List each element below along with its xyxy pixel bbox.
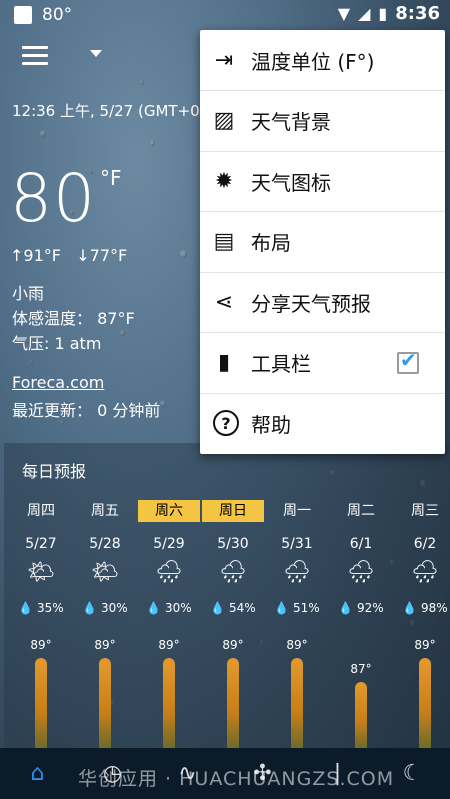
forecast-precip: 💧 35% (18, 601, 64, 615)
home-icon[interactable]: ⌂ (18, 754, 58, 794)
layout-icon: ▤ (213, 229, 235, 254)
forecast-high-temp: 89° (286, 638, 308, 652)
forecast-day-label: 周五 (91, 503, 119, 519)
forecast-precip: 💧 98% (402, 601, 448, 615)
forecast-precip: 💧 30% (146, 601, 192, 615)
forecast-temp-bar (291, 658, 303, 748)
forecast-day-label: 周日 (202, 500, 264, 522)
low-temp: ↓77°F (76, 246, 128, 265)
toolbar-icon: ▮ (217, 350, 231, 375)
forecast-day-label: 周二 (347, 503, 375, 519)
forecast-date: 6/2 (413, 536, 437, 552)
forecast-high-temp: 87° (350, 662, 372, 676)
weather-background-icon: ▨ (213, 108, 235, 133)
forecast-precip: 💧 92% (338, 601, 384, 615)
rain-drop (30, 360, 33, 364)
forecast-temp-bar (35, 658, 47, 748)
rain-drop (120, 330, 125, 336)
forecast-date: 5/31 (281, 536, 313, 552)
forecast-date: 6/1 (349, 536, 373, 552)
battery-icon: ▮ (378, 4, 388, 23)
menu-item[interactable]: ▨ 天气背景 (200, 91, 445, 152)
menu-item[interactable]: ? 帮助 (200, 393, 445, 453)
forecast-precip: 💧 51% (274, 601, 320, 615)
signal-icon: ◢ (358, 4, 371, 23)
status-temp: 80° (42, 5, 73, 25)
forecast-date: 5/30 (217, 536, 249, 552)
rain-cloud-icon: 🌧 (219, 560, 247, 585)
notification-icon (14, 6, 32, 24)
menu-item[interactable]: ✹ 天气图标 (200, 151, 445, 212)
temperature-unit-icon: ⇥ (214, 47, 234, 73)
forecast-temp-bar (355, 682, 367, 748)
menu-item[interactable]: ⇥ 温度单位 (F°) (200, 30, 445, 91)
local-time: 12:36 上午, 5/27 (GMT+0 (12, 102, 200, 120)
location-dropdown-caret-icon[interactable] (90, 50, 102, 57)
pressure-text: 气压: 1 atm (12, 334, 102, 353)
current-temperature: 80 (10, 160, 96, 237)
temperature-unit: °F (100, 166, 122, 190)
forecast-day-label: 周三 (411, 503, 439, 519)
forecast-temp-bar (227, 658, 239, 748)
menu-item-label: 布局 (251, 231, 291, 255)
menu-item-label: 帮助 (251, 412, 291, 437)
updated-text: 最近更新： 0 分钟前 (12, 401, 161, 420)
menu-item-label: 天气图标 (251, 170, 331, 195)
forecast-high-temp: 89° (222, 638, 244, 652)
status-time: 8:36 (395, 3, 440, 24)
rain-cloud-icon: 🌧 (155, 560, 183, 585)
feels-like-text: 体感温度： 87°F (12, 309, 135, 328)
toolbar-checkbox[interactable] (397, 348, 419, 374)
condition-text: 小雨 (12, 284, 45, 303)
forecast-precip: 💧 54% (210, 601, 256, 615)
hamburger-menu-icon[interactable] (22, 46, 48, 66)
menu-item-label: 温度单位 (F°) (251, 49, 375, 74)
forecast-temp-bar (163, 658, 175, 748)
forecast-day-label: 周四 (27, 503, 55, 519)
high-low: ↑91°F ↓77°F (10, 246, 127, 265)
menu-item[interactable]: ▮ 工具栏 (200, 333, 445, 394)
forecast-day-label: 周六 (138, 500, 200, 522)
forecast-high-temp: 89° (94, 638, 116, 652)
rain-cloud-icon: 🌧 (283, 560, 311, 585)
forecast-high-temp: 89° (30, 638, 52, 652)
watermark-text: 华创应用 · HUACHUANGZS.COM (78, 768, 395, 790)
weather-icons-icon: ✹ (214, 168, 234, 194)
partly-sunny-icon: 🌤 (91, 560, 119, 585)
menu-item-label: 天气背景 (251, 110, 331, 134)
share-icon: ⋖ (214, 289, 234, 315)
rain-drop (150, 140, 155, 146)
status-bar: 80° ▼ ◢ ▮ 8:36 (0, 0, 450, 30)
partly-sunny-icon: 🌤 (27, 560, 55, 585)
wifi-icon: ▼ (337, 4, 351, 23)
high-temp: ↑91°F (10, 246, 61, 265)
forecast-date: 5/27 (25, 536, 57, 552)
rain-cloud-icon: 🌧 (411, 560, 439, 585)
forecast-high-temp: 89° (158, 638, 180, 652)
rain-drop (140, 80, 144, 85)
forecast-precip: 💧 30% (82, 601, 128, 615)
forecast-title: 每日预报 (22, 462, 87, 481)
help-icon: ? (213, 410, 239, 436)
forecast-day-label: 周一 (283, 503, 311, 519)
forecast-temp-bar (419, 658, 431, 748)
forecast-high-temp: 89° (414, 638, 436, 652)
forecast-date: 5/29 (153, 536, 185, 552)
menu-item[interactable]: ⋖ 分享天气预报 (200, 272, 445, 333)
forecast-temp-bar (99, 658, 111, 748)
overflow-menu: ⇥ 温度单位 (F°) ▨ 天气背景 ✹ 天气图标 ▤ 布局 ⋖ 分享天气预报 ▮ 工具栏? 帮助 (200, 30, 445, 454)
moon-icon[interactable]: ☾ (393, 754, 433, 794)
rain-cloud-icon: 🌧 (347, 560, 375, 585)
menu-item-label: 工具栏 (251, 352, 311, 376)
forecast-date: 5/28 (89, 536, 121, 552)
source-link[interactable]: Foreca.com (12, 373, 104, 392)
menu-item[interactable]: ▤ 布局 (200, 212, 445, 273)
menu-item-label: 分享天气预报 (251, 291, 371, 316)
